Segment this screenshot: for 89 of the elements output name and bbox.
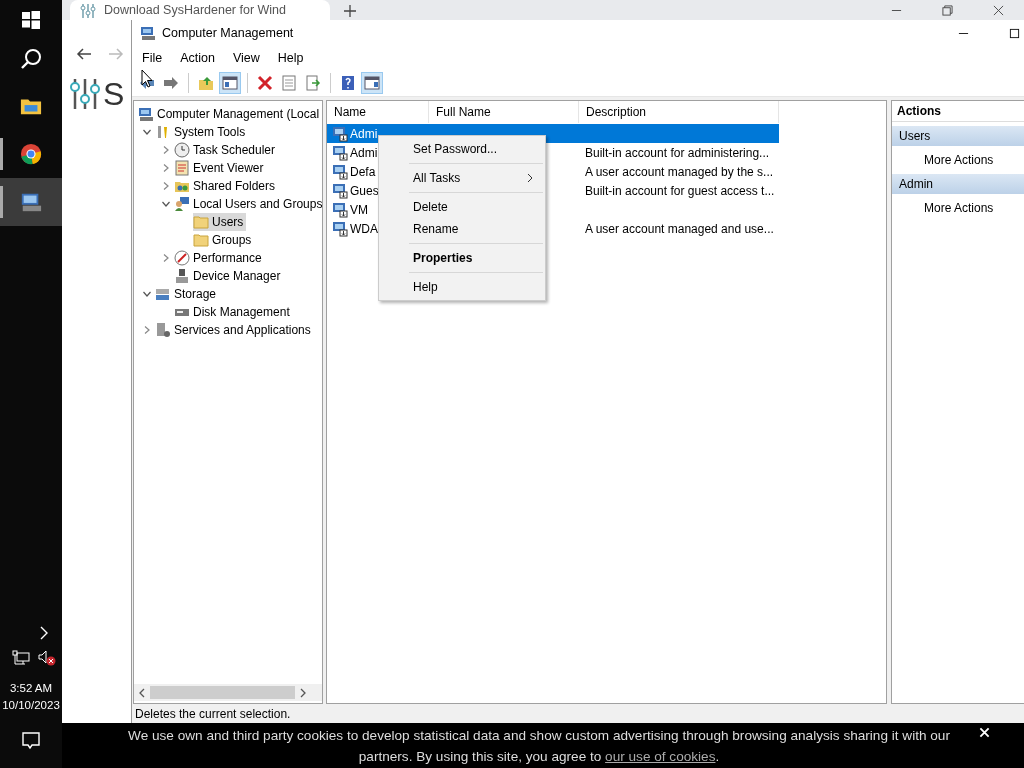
menu-item[interactable]: All Tasks: [379, 167, 545, 189]
speaker-muted-icon[interactable]: [38, 650, 56, 666]
menu-item[interactable]: Set Password...: [379, 138, 545, 160]
clock-time[interactable]: 3:52 AM: [9, 680, 53, 697]
clock-date[interactable]: 10/10/2023: [2, 697, 60, 714]
clock-icon: [174, 142, 190, 158]
computer-icon[interactable]: [20, 191, 42, 213]
user-name[interactable]: VM: [350, 202, 368, 217]
log-icon: [174, 160, 190, 176]
computer-icon: [138, 106, 154, 122]
back-arrow-icon[interactable]: [76, 46, 92, 62]
open-indicator: [0, 138, 3, 170]
menu-item[interactable]: Rename: [379, 218, 545, 240]
computer-icon: [140, 25, 156, 41]
actions-section-header[interactable]: Admin: [892, 174, 1024, 194]
storage-icon: [155, 286, 171, 302]
tree-item[interactable]: Device Manager: [193, 269, 281, 283]
actions-title: Actions: [892, 101, 1024, 122]
user-account-icon: [332, 125, 348, 142]
show-hidden-icons-chevron-icon[interactable]: [39, 626, 49, 640]
maximize-icon[interactable]: [1009, 27, 1020, 39]
scroll-right-icon[interactable]: [299, 687, 307, 698]
user-account-icon: [332, 163, 348, 180]
menu-item[interactable]: View: [226, 49, 266, 67]
user-name[interactable]: WDA: [350, 221, 378, 236]
tree-item[interactable]: Task Scheduler: [193, 143, 276, 157]
sliders-icon: [80, 3, 96, 19]
tree-item[interactable]: Shared Folders: [193, 179, 276, 193]
folder-icon: [193, 214, 209, 230]
open-indicator: [0, 186, 3, 218]
menu-item[interactable]: Delete: [379, 196, 545, 218]
sliders-logo-icon: [70, 77, 100, 111]
action-link[interactable]: More Actions: [924, 201, 994, 215]
horizontal-scrollbar[interactable]: [134, 684, 322, 701]
search-icon[interactable]: [20, 48, 42, 70]
network-icon[interactable]: [12, 650, 30, 666]
windows-start-icon[interactable]: [22, 11, 40, 29]
cookie-notice-text: We use own and third party cookies to develop statistical data and show custom advertising through browsing analysis sharing it with our partners. By using this site, you agree to our use of cookies.: [127, 726, 951, 766]
tree-item[interactable]: Storage: [174, 287, 217, 301]
browser-icon[interactable]: [20, 143, 42, 165]
column-header[interactable]: Description: [579, 101, 779, 123]
user-name[interactable]: Defa: [350, 164, 376, 179]
actions-section-header[interactable]: Users: [892, 126, 1024, 146]
restore-icon[interactable]: [942, 5, 953, 16]
user-description: Built-in account for guest access t...: [584, 183, 776, 198]
user-description: Built-in account for administering...: [584, 145, 771, 160]
gauge-icon: [174, 250, 190, 266]
tree-pane-icon[interactable]: [219, 72, 241, 94]
tree-item[interactable]: Performance: [193, 251, 262, 265]
user-account-icon: [332, 220, 348, 237]
action-pane-icon[interactable]: [361, 72, 383, 94]
site-logo-text: S: [103, 76, 125, 112]
server-icon: [155, 322, 171, 338]
new-tab-icon[interactable]: [344, 5, 356, 17]
user-description: A user account managed and use...: [584, 221, 775, 236]
user-description: A user account managed by the s...: [584, 164, 775, 179]
tree-item[interactable]: Services and Applications: [174, 323, 311, 337]
tree-item[interactable]: Disk Management: [193, 305, 290, 319]
column-header[interactable]: Name: [327, 101, 429, 123]
tree-item[interactable]: System Tools: [174, 125, 246, 139]
close-icon[interactable]: [993, 5, 1004, 16]
browser-tab[interactable]: Download SysHardener for Wind: [70, 0, 330, 20]
user-account-icon: [332, 182, 348, 199]
tree-item[interactable]: Local Users and Groups: [193, 197, 322, 211]
user-account-icon: [332, 201, 348, 218]
tree-item[interactable]: Event Viewer: [193, 161, 264, 175]
device-icon: [174, 268, 190, 284]
collapse-chevron-icon[interactable]: [141, 127, 152, 137]
users-icon: [174, 196, 190, 212]
status-text: Deletes the current selection.: [135, 706, 291, 721]
collapse-chevron-icon[interactable]: [160, 199, 171, 209]
user-name[interactable]: Admi: [350, 145, 378, 160]
user-name[interactable]: Gues: [350, 183, 379, 198]
user-name[interactable]: Admi: [350, 126, 378, 141]
collapse-chevron-icon[interactable]: [141, 289, 152, 299]
notification-icon[interactable]: [21, 730, 41, 750]
menu-item[interactable]: File: [136, 49, 169, 67]
menu-item[interactable]: Help: [271, 49, 310, 67]
column-header[interactable]: Full Name: [429, 101, 579, 123]
tree-item[interactable]: Groups: [212, 233, 252, 247]
menu-item[interactable]: Help: [379, 276, 545, 298]
scrollbar-thumb[interactable]: [150, 686, 295, 699]
window-title: Computer Management: [162, 26, 294, 40]
user-account-icon: [332, 144, 348, 161]
menu-item[interactable]: Properties: [379, 247, 545, 269]
action-link[interactable]: More Actions: [924, 153, 994, 167]
tree-item[interactable]: Computer Management (Local: [157, 107, 320, 121]
scroll-left-icon[interactable]: [138, 687, 146, 698]
menu-item[interactable]: Action: [174, 49, 221, 67]
